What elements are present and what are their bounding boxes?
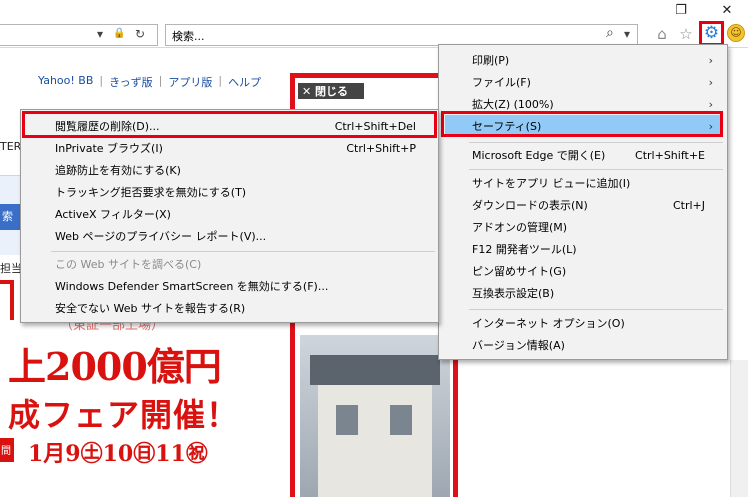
house-window [336, 405, 358, 435]
restore-window-button[interactable]: ❐ [666, 0, 696, 20]
menu-item-open-edge[interactable]: Microsoft Edge で開く(E) Ctrl+Shift+E [439, 144, 727, 166]
house-photo [300, 335, 450, 497]
dropdown-icon[interactable]: ▾ [97, 27, 103, 41]
menu-item-pinned-sites[interactable]: ピン留めサイト(G) [439, 260, 727, 282]
house-window [390, 405, 412, 435]
menu-item-label: F12 開発者ツール(L) [472, 243, 577, 256]
search-input[interactable]: 検索... ⌕ ▾ [165, 24, 638, 46]
menu-item-f12-devtools[interactable]: F12 開発者ツール(L) [439, 238, 727, 260]
menu-separator [469, 309, 723, 310]
menu-item-shortcut: Ctrl+Shift+E [635, 148, 705, 162]
search-placeholder: 検索... [172, 30, 205, 43]
page-top-links: Yahoo! BB | きっず版 | アプリ版 | ヘルプ [38, 74, 261, 90]
menu-item-label: ピン留めサイト(G) [472, 265, 567, 278]
lock-icon[interactable]: 🔒 [113, 28, 125, 39]
menu-item-label: ダウンロードの表示(N) [472, 199, 588, 212]
menu-item-label: Web ページのプライバシー レポート(V)... [55, 230, 267, 243]
ad-close-button[interactable]: ✕ 閉じる [298, 83, 364, 99]
page-fragment-ter: TER [0, 140, 22, 153]
menu-item-label: 印刷(P) [472, 54, 510, 67]
tools-menu: 印刷(P) › ファイル(F) › 拡大(Z) (100%) › セーフティ(S… [438, 44, 728, 360]
link-yahoo-bb[interactable]: Yahoo! BB [38, 74, 93, 90]
ad-headline-1: 上2000億円 [8, 344, 222, 389]
submenu-item-activex-filter[interactable]: ActiveX フィルター(X) [21, 203, 438, 225]
submenu-item-privacy-report[interactable]: Web ページのプライバシー レポート(V)... [21, 225, 438, 247]
house-wall [318, 385, 432, 497]
menu-item-label: 追跡防止を有効にする(K) [55, 164, 181, 177]
submenu-item-smartscreen[interactable]: Windows Defender SmartScreen を無効にする(F)..… [21, 275, 438, 297]
menu-item-label: Windows Defender SmartScreen を無効にする(F)..… [55, 280, 329, 293]
page-search-button[interactable]: 索 [0, 204, 20, 230]
page-scrollbar[interactable] [730, 360, 748, 497]
safety-submenu: 閲覧履歴の削除(D)... Ctrl+Shift+Del InPrivate ブ… [20, 109, 439, 323]
menu-item-label: 互換表示設定(B) [472, 287, 555, 300]
submenu-item-do-not-track[interactable]: トラッキング拒否要求を無効にする(T) [21, 181, 438, 203]
submenu-item-check-website: この Web サイトを調べる(C) [21, 253, 438, 275]
chevron-right-icon: › [708, 75, 713, 89]
menu-item-downloads[interactable]: ダウンロードの表示(N) Ctrl+J [439, 194, 727, 216]
address-bar[interactable]: ▾ 🔒 ↻ [0, 24, 158, 46]
menu-item-internet-options[interactable]: インターネット オプション(O) [439, 312, 727, 334]
menu-separator [51, 251, 435, 252]
link-app[interactable]: アプリ版 [168, 74, 212, 90]
menu-item-manage-addons[interactable]: アドオンの管理(M) [439, 216, 727, 238]
title-bar: ❐ ✕ [0, 0, 748, 20]
menu-item-label: この Web サイトを調べる(C) [55, 258, 202, 271]
ad-decor-stripe [0, 280, 14, 320]
menu-item-shortcut: Ctrl+J [672, 198, 705, 212]
menu-separator [469, 169, 723, 170]
menu-item-about[interactable]: バージョン情報(A) [439, 334, 727, 356]
annotation-highlight-delete-history [22, 111, 437, 138]
menu-item-shortcut: Ctrl+Shift+P [346, 141, 416, 155]
submenu-item-tracking-protection[interactable]: 追跡防止を有効にする(K) [21, 159, 438, 181]
menu-item-label: サイトをアプリ ビューに追加(I) [472, 177, 631, 190]
menu-item-label: アドオンの管理(M) [472, 221, 568, 234]
menu-item-add-app-view[interactable]: サイトをアプリ ビューに追加(I) [439, 172, 727, 194]
link-separator: | [158, 74, 163, 87]
menu-item-label: InPrivate ブラウズ(I) [55, 142, 163, 155]
submenu-item-report-unsafe[interactable]: 安全でない Web サイトを報告する(R) [21, 297, 438, 319]
menu-item-print[interactable]: 印刷(P) › [439, 49, 727, 71]
chevron-right-icon: › [708, 53, 713, 67]
menu-item-label: バージョン情報(A) [472, 339, 565, 352]
refresh-icon[interactable]: ↻ [135, 27, 145, 41]
ad-headline-2: 成フェア開催！ [8, 396, 240, 434]
close-window-button[interactable]: ✕ [712, 0, 742, 20]
ad-dates: 1月9㊏10㊐11㊗ [28, 441, 208, 467]
home-icon[interactable]: ⌂ [652, 24, 672, 44]
menu-item-label: トラッキング拒否要求を無効にする(T) [55, 186, 247, 199]
menu-item-label: ActiveX フィルター(X) [55, 208, 171, 221]
link-kids[interactable]: きっず版 [109, 74, 153, 90]
menu-item-compat-view[interactable]: 互換表示設定(B) [439, 282, 727, 304]
feedback-smiley-icon[interactable]: ☺ [727, 24, 745, 42]
menu-item-label: Microsoft Edge で開く(E) [472, 149, 606, 162]
search-icon[interactable]: ⌕ [606, 25, 614, 41]
menu-item-label: ファイル(F) [472, 76, 531, 89]
tools-gear-button[interactable]: ⚙ [699, 21, 724, 46]
menu-item-label: インターネット オプション(O) [472, 317, 625, 330]
menu-item-file[interactable]: ファイル(F) › [439, 71, 727, 93]
link-separator: | [99, 74, 104, 87]
ad-tag-text: 間 [1, 446, 11, 457]
page-fragment-role: 担当 [0, 262, 22, 275]
annotation-highlight-safety [441, 111, 723, 137]
search-dropdown-icon[interactable]: ▾ [624, 27, 630, 41]
chevron-right-icon: › [708, 97, 713, 111]
menu-item-label: 安全でない Web サイトを報告する(R) [55, 302, 246, 315]
menu-separator [469, 142, 723, 143]
link-separator: | [218, 74, 223, 87]
house-roof [310, 355, 440, 385]
menu-item-label: 拡大(Z) (100%) [472, 98, 554, 111]
gear-icon: ⚙ [703, 23, 720, 43]
submenu-item-inprivate[interactable]: InPrivate ブラウズ(I) Ctrl+Shift+P [21, 137, 438, 159]
favorites-star-icon[interactable]: ☆ [676, 24, 696, 44]
link-help[interactable]: ヘルプ [228, 74, 261, 90]
